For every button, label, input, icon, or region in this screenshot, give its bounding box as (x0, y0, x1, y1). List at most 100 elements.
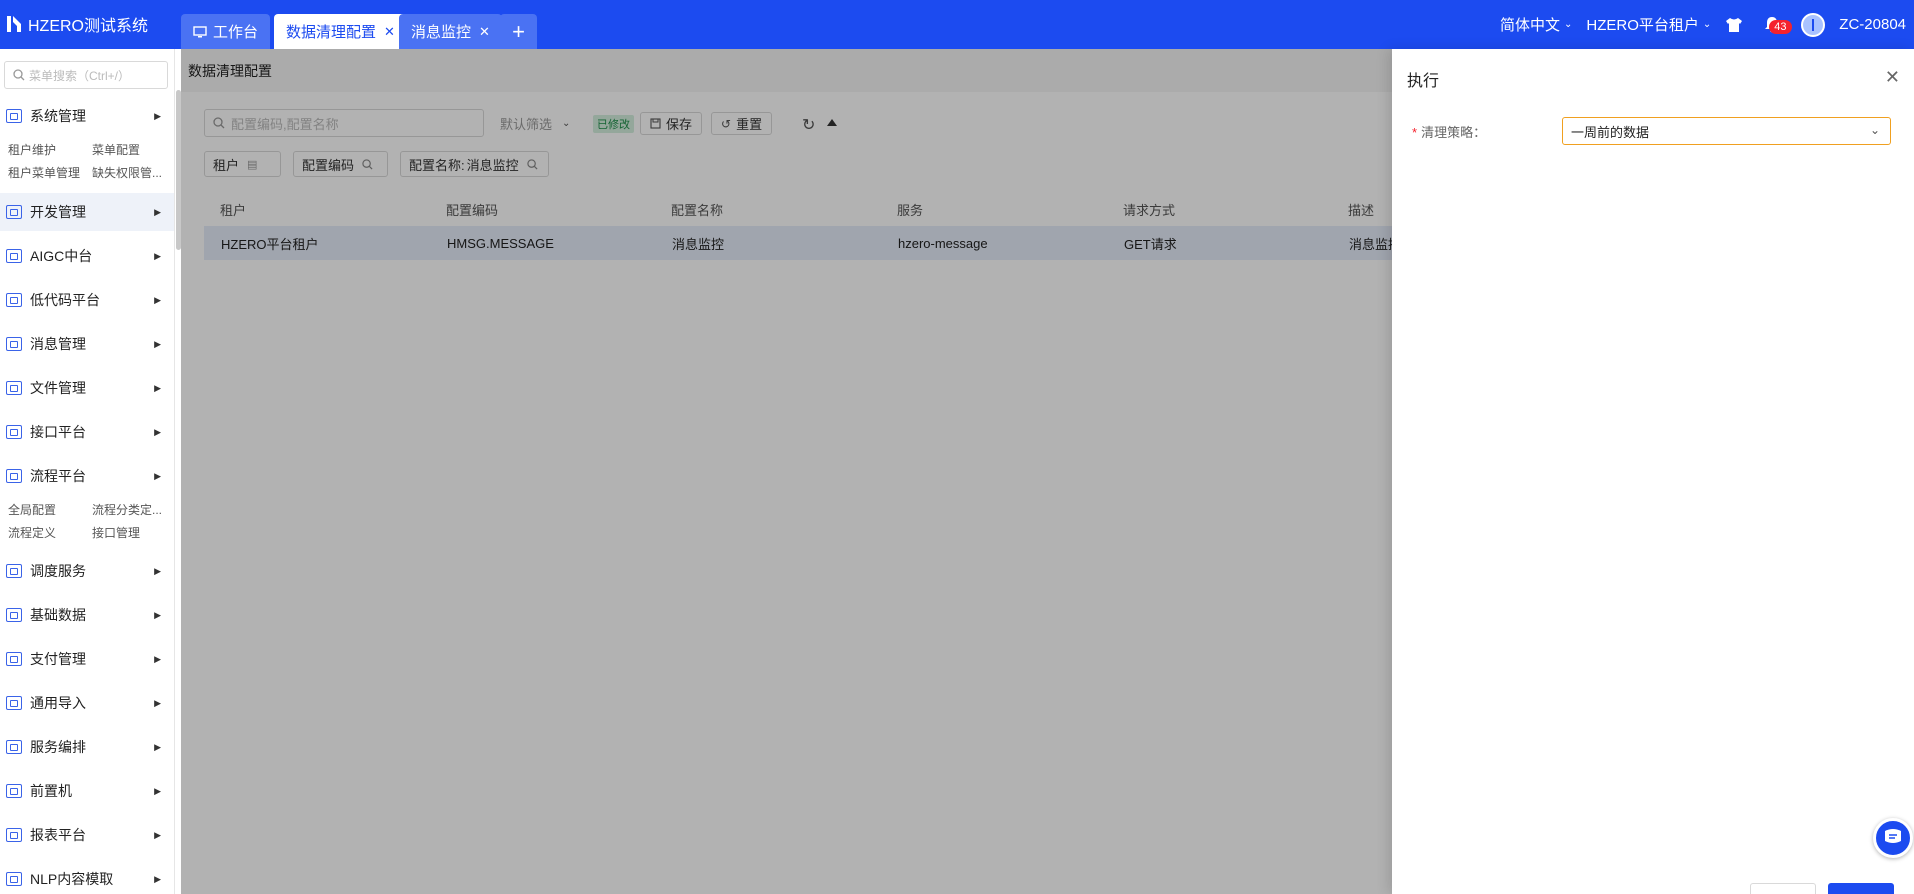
user-name[interactable]: ZC-20804 (1839, 16, 1906, 33)
caret-right-icon: ▶ (154, 697, 161, 708)
select-value: 一周前的数据 (1571, 124, 1650, 140)
notification-button[interactable]: 43 (1757, 10, 1792, 40)
close-icon[interactable]: ✕ (1885, 67, 1900, 88)
sidebar-item-import[interactable]: 通用导入 ▶ (0, 684, 174, 722)
sidebar-item-report[interactable]: 报表平台 ▶ (0, 816, 174, 854)
tenant-label: HZERO平台租户 (1586, 17, 1699, 34)
language-label: 简体中文 (1499, 17, 1560, 34)
cancel-button[interactable] (1750, 883, 1816, 894)
tab-label: 数据清理配置 (286, 24, 377, 41)
submenu-item[interactable]: 菜单配置 (92, 141, 174, 158)
orchestration-icon (6, 740, 22, 754)
chevron-down-icon: ⌄ (1869, 123, 1880, 137)
cleanup-strategy-select[interactable]: 一周前的数据 ⌄ (1562, 117, 1891, 145)
sidebar-item-system[interactable]: 系统管理 ▶ (0, 97, 174, 135)
caret-right-icon: ▶ (154, 873, 161, 884)
execute-drawer: 执行 ✕ * 清理策略： 一周前的数据 ⌄ (1392, 49, 1914, 894)
submenu-item[interactable]: 租户菜单管理 (8, 164, 92, 181)
caret-right-icon: ▶ (154, 426, 161, 437)
caret-right-icon: ▶ (154, 785, 161, 796)
sidebar-item-basedata[interactable]: 基础数据 ▶ (0, 596, 174, 634)
tenant-dropdown[interactable]: HZERO平台租户 ⌄ (1586, 14, 1711, 35)
flow-icon (6, 469, 22, 483)
caret-right-icon: ▶ (154, 382, 161, 393)
caret-right-icon: ▶ (154, 609, 161, 620)
tab-data-cleanup-config[interactable]: 数据清理配置 ✕ (274, 14, 407, 49)
sidebar-item-lowcode[interactable]: 低代码平台 ▶ (0, 281, 174, 319)
skin-icon[interactable] (1725, 17, 1743, 33)
file-icon (6, 381, 22, 395)
submenu-item[interactable]: 接口管理 (92, 524, 174, 541)
sidebar-item-label: 文件管理 (30, 380, 86, 396)
sidebar-item-label: 接口平台 (30, 424, 86, 440)
submenu-item[interactable]: 租户维护 (8, 141, 92, 158)
schedule-icon (6, 564, 22, 578)
sidebar-item-label: 消息管理 (30, 336, 86, 352)
sidebar-item-file[interactable]: 文件管理 ▶ (0, 369, 174, 407)
tab-message-monitor[interactable]: 消息监控 ✕ (399, 14, 502, 49)
caret-right-icon: ▶ (154, 829, 161, 840)
sidebar-item-label: 开发管理 (30, 204, 86, 220)
import-icon (6, 696, 22, 710)
sidebar: 菜单搜索（Ctrl+/） 系统管理 ▶ 租户维护 菜单配置 租户菜单管理 缺失权… (0, 49, 175, 894)
sidebar-item-frontend-machine[interactable]: 前置机 ▶ (0, 772, 174, 810)
submenu-item[interactable]: 流程分类定... (92, 501, 174, 518)
code-icon (6, 205, 22, 219)
sidebar-item-message[interactable]: 消息管理 ▶ (0, 325, 174, 363)
close-icon[interactable]: ✕ (479, 24, 490, 40)
chevron-down-icon: ⌄ (1702, 19, 1712, 30)
sidebar-item-interface[interactable]: 接口平台 ▶ (0, 413, 174, 451)
tab-label: 消息监控 (411, 24, 472, 41)
search-icon (13, 69, 25, 81)
add-tab-button[interactable]: + (500, 14, 537, 49)
sidebar-item-label: 支付管理 (30, 651, 86, 667)
system-submenu: 租户维护 菜单配置 租户菜单管理 缺失权限管... (8, 141, 174, 181)
sidebar-item-label: 低代码平台 (30, 292, 100, 308)
report-icon (6, 828, 22, 842)
avatar[interactable] (1801, 12, 1826, 37)
sidebar-item-aigc[interactable]: AIGC中台 ▶ (0, 237, 174, 275)
caret-right-icon: ▶ (154, 294, 161, 305)
tab-workbench[interactable]: 工作台 (181, 14, 271, 49)
menu-search-input[interactable]: 菜单搜索（Ctrl+/） (4, 61, 168, 89)
language-dropdown[interactable]: 简体中文 ⌄ (1500, 14, 1572, 35)
user-icon (1812, 18, 1815, 31)
search-placeholder: 菜单搜索（Ctrl+/） (29, 68, 131, 83)
server-icon (6, 784, 22, 798)
plus-icon: + (512, 18, 525, 44)
close-icon[interactable]: ✕ (384, 24, 395, 40)
notification-badge: 43 (1769, 19, 1792, 34)
sidebar-item-label: 流程平台 (30, 468, 86, 484)
cleanup-strategy-label: * 清理策略： (1412, 125, 1487, 140)
payment-icon (6, 652, 22, 666)
help-chat-button[interactable] (1873, 818, 1913, 858)
sidebar-item-dev[interactable]: 开发管理 ▶ (0, 193, 174, 231)
required-mark: * (1412, 125, 1418, 140)
sidebar-item-label: AIGC中台 (30, 248, 93, 264)
message-icon (6, 337, 22, 351)
sidebar-item-flow[interactable]: 流程平台 ▶ (0, 457, 174, 495)
confirm-button[interactable] (1828, 883, 1894, 894)
settings-icon (6, 109, 22, 123)
chat-icon (1885, 829, 1901, 843)
drawer-title: 执行 (1407, 73, 1440, 90)
sidebar-item-schedule[interactable]: 调度服务 ▶ (0, 552, 174, 590)
sidebar-item-label: 系统管理 (30, 108, 86, 124)
caret-right-icon: ▶ (154, 250, 161, 261)
caret-right-icon: ▶ (154, 565, 161, 576)
app-logo[interactable]: HZERO测试系统 (6, 12, 148, 36)
aigc-icon (6, 249, 22, 263)
sidebar-item-label: 报表平台 (30, 827, 86, 843)
chevron-down-icon: ⌄ (1564, 19, 1573, 30)
caret-right-icon: ▶ (154, 206, 161, 217)
submenu-item[interactable]: 流程定义 (8, 524, 92, 541)
logo-icon (7, 16, 21, 32)
submenu-item[interactable]: 全局配置 (8, 501, 92, 518)
submenu-item[interactable]: 缺失权限管... (92, 164, 174, 181)
sidebar-item-nlp[interactable]: NLP内容模取 ▶ (0, 860, 174, 894)
sidebar-item-payment[interactable]: 支付管理 ▶ (0, 640, 174, 678)
monitor-icon (193, 25, 207, 37)
caret-right-icon: ▶ (154, 741, 161, 752)
sidebar-item-orchestration[interactable]: 服务编排 ▶ (0, 728, 174, 766)
database-icon (6, 608, 22, 622)
